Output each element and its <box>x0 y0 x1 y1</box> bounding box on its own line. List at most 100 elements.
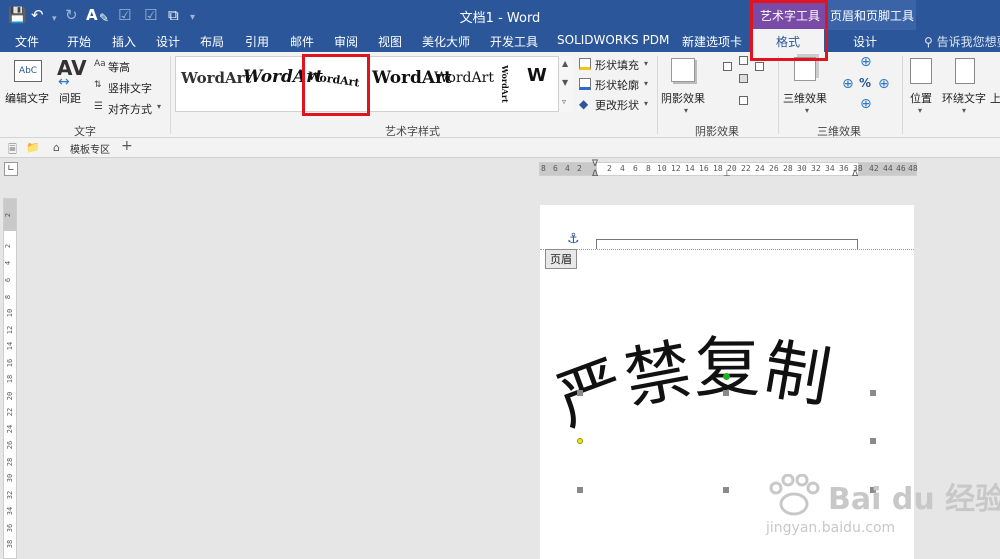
tilt-down-icon[interactable]: ⊕ <box>860 96 872 112</box>
position-dropdown-icon[interactable]: ▾ <box>918 106 922 115</box>
ruler-tick: 44 <box>883 164 893 173</box>
wordart-style-5[interactable]: WordArt <box>434 70 494 86</box>
shape-fill-icon <box>579 58 591 70</box>
tilt-up-icon[interactable]: ⊕ <box>860 54 872 70</box>
horizontal-ruler-row: ∟ 8 6 4 2 2 4 6 8 10 12 14 16 18 20 22 2… <box>0 158 1000 180</box>
nudge-shadow-left-icon[interactable] <box>739 56 748 65</box>
ruler-tick: 36 <box>839 164 849 173</box>
resize-handle-r[interactable] <box>870 438 876 444</box>
shadow-effect-button[interactable]: 阴影效果 <box>661 90 705 106</box>
tab-review[interactable]: 审阅 <box>334 33 358 50</box>
position-button[interactable]: 位置 <box>910 90 932 106</box>
change-shape-dropdown-icon[interactable]: ▾ <box>644 99 648 108</box>
ruler-tick: 32 <box>811 164 821 173</box>
folder-icon[interactable]: 📁 <box>26 141 40 154</box>
header-footer-tools-context: 页眉和页脚工具 <box>828 0 916 30</box>
add-tab-icon[interactable]: + <box>121 138 133 154</box>
shadow-group-label: 阴影效果 <box>695 125 739 138</box>
ruler-tick: 28 <box>783 164 793 173</box>
gallery-scroll[interactable]: ▲ ▼ ▿ <box>558 56 573 112</box>
tab-file[interactable]: 文件 <box>15 33 39 50</box>
tab-references[interactable]: 引用 <box>245 33 269 50</box>
ruler-tick: 4 <box>565 164 570 173</box>
nudge-shadow-down-icon[interactable] <box>739 96 748 105</box>
baidu-watermark: Bai du 经验 jingyan.baidu.com <box>760 470 1000 550</box>
tilt-right-icon[interactable]: ⊕ <box>878 76 890 92</box>
resize-handle-t[interactable] <box>723 390 729 396</box>
shape-outline-dropdown-icon[interactable]: ▾ <box>644 79 648 88</box>
spacing-arrow-icon: ↔ <box>58 74 70 90</box>
ruler-tick: 26 <box>769 164 779 173</box>
shape-outline-button[interactable]: 形状轮廓 <box>595 77 639 93</box>
bring-forward-button[interactable]: 上 <box>990 90 1000 106</box>
vruler-tick: 30 <box>6 473 15 483</box>
vruler-tick: 38 <box>6 539 15 549</box>
paw-logo-icon <box>769 474 820 516</box>
gallery-up-icon[interactable]: ▲ <box>562 59 568 68</box>
shadow-toggle-icon[interactable] <box>739 74 748 83</box>
tab-layout[interactable]: 布局 <box>200 33 224 50</box>
vertical-text-button[interactable]: 竖排文字 <box>108 80 152 96</box>
left-indent-icon[interactable]: Δ <box>592 169 598 179</box>
wrap-text-button[interactable]: 环绕文字 <box>942 90 986 106</box>
vertical-ruler[interactable]: 2 2 4 6 8 10 12 14 16 18 20 22 24 26 28 … <box>3 198 17 559</box>
align-button[interactable]: 对齐方式 <box>108 101 152 117</box>
group-separator-3 <box>778 56 779 134</box>
template-zone-tab[interactable]: 模板专区 <box>70 141 110 156</box>
tab-insert[interactable]: 插入 <box>112 33 136 50</box>
equal-height-icon: Aa <box>94 59 106 69</box>
resize-handle-tl[interactable] <box>577 390 583 396</box>
tab-stop-icon[interactable]: ⊥ <box>723 169 731 179</box>
tab-design[interactable]: 设计 <box>156 33 180 50</box>
ruler-tick: 2 <box>577 164 582 173</box>
gallery-down-icon[interactable]: ▼ <box>562 78 568 87</box>
resize-handle-bl[interactable] <box>577 487 583 493</box>
tab-selector-icon[interactable]: ∟ <box>4 162 18 176</box>
wrap-dropdown-icon[interactable]: ▾ <box>962 106 966 115</box>
indent-marker-icon[interactable]: ∇ <box>592 159 598 169</box>
rotate-handle[interactable] <box>723 373 730 380</box>
wordart-style-7[interactable]: W <box>527 65 547 86</box>
equal-height-button[interactable]: 等高 <box>108 59 130 75</box>
tilt-left-icon[interactable]: ⊕ <box>842 76 854 92</box>
tab-developer[interactable]: 开发工具 <box>490 33 538 50</box>
tell-me-search[interactable]: ⚲ 告诉我您想要 <box>924 33 1000 50</box>
vruler-tick: 10 <box>6 308 15 318</box>
tab-header-design[interactable]: 设计 <box>853 33 877 50</box>
resize-handle-b[interactable] <box>723 487 729 493</box>
vruler-tick: 28 <box>6 457 15 467</box>
tab-new[interactable]: 新建选项卡 <box>682 33 742 50</box>
tab-home[interactable]: 开始 <box>67 33 91 50</box>
3d-toggle-icon[interactable]: % <box>859 76 871 90</box>
edit-text-button[interactable]: 编辑文字 <box>5 90 49 106</box>
home-icon[interactable]: ⌂ <box>53 141 60 154</box>
adjust-handle[interactable] <box>577 438 583 444</box>
wordart-text[interactable]: 严禁复制 <box>546 329 836 440</box>
group-separator-2 <box>657 56 658 134</box>
vruler-tick: 34 <box>6 506 15 516</box>
shadow-dropdown-icon[interactable]: ▾ <box>684 106 688 115</box>
horizontal-ruler[interactable]: 8 6 4 2 2 4 6 8 10 12 14 16 18 20 22 24 … <box>539 159 918 179</box>
nudge-shadow-up-icon[interactable] <box>723 62 732 71</box>
wordart-style-1[interactable]: WordArt <box>181 69 252 87</box>
tab-beautify[interactable]: 美化大师 <box>422 33 470 50</box>
tab-view[interactable]: 视图 <box>378 33 402 50</box>
shape-fill-dropdown-icon[interactable]: ▾ <box>644 59 648 68</box>
change-shape-button[interactable]: 更改形状 <box>595 97 639 113</box>
ribbon-panel: AbC 编辑文字 AV ↔ 间距 Aa 等高 ⇅ 竖排文字 ☰ 对齐方式 ▾ 文… <box>0 52 1000 138</box>
nudge-shadow-right-icon[interactable] <box>755 62 764 71</box>
tab-mailings[interactable]: 邮件 <box>290 33 314 50</box>
3d-effect-button[interactable]: 三维效果 <box>783 90 827 106</box>
shadow-effect-icon <box>671 58 695 82</box>
align-dropdown-icon[interactable]: ▾ <box>157 102 161 111</box>
right-indent-icon[interactable]: Δ <box>852 169 858 179</box>
resize-handle-tr[interactable] <box>870 390 876 396</box>
wordart-style-6[interactable]: WordArt <box>500 65 510 103</box>
gallery-more-icon[interactable]: ▿ <box>562 97 566 106</box>
tab-solidworks-pdm[interactable]: SOLIDWORKS PDM <box>557 33 669 47</box>
shape-fill-button[interactable]: 形状填充 <box>595 57 639 73</box>
group-separator <box>170 56 171 134</box>
3d-dropdown-icon[interactable]: ▾ <box>805 106 809 115</box>
spacing-button[interactable]: 间距 <box>59 90 81 106</box>
vruler-tick: 18 <box>6 374 15 384</box>
